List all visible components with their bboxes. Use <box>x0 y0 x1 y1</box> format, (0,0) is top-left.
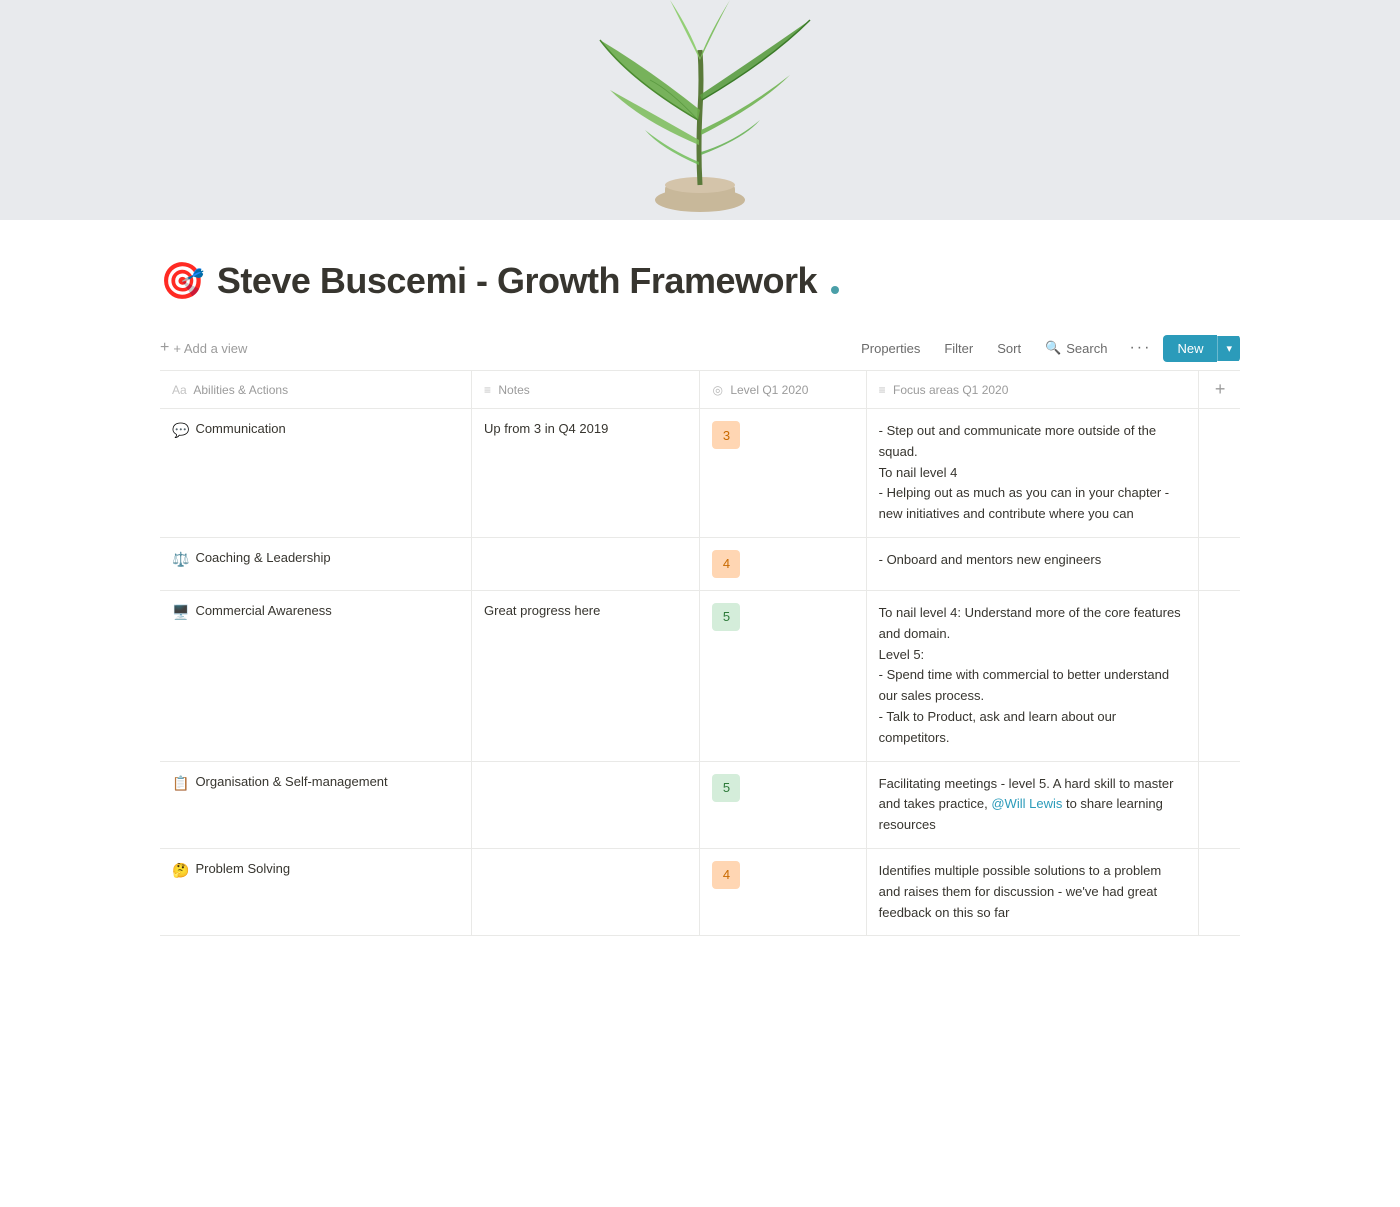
filter-label: Filter <box>944 341 973 356</box>
dots-icon: ··· <box>1129 339 1151 356</box>
focus-col-label: Focus areas Q1 2020 <box>893 383 1008 397</box>
table-row: 💬 Communication Up from 3 in Q4 2019 3 -… <box>160 409 1240 538</box>
level-badge: 4 <box>712 861 740 889</box>
level-badge: 5 <box>712 603 740 631</box>
plus-icon: + <box>160 339 169 357</box>
level-col-label: Level Q1 2020 <box>730 383 808 397</box>
level-badge: 5 <box>712 774 740 802</box>
cell-level[interactable]: 5 <box>700 590 866 761</box>
cell-notes[interactable]: Great progress here <box>472 590 700 761</box>
cell-level[interactable]: 4 <box>700 848 866 935</box>
cell-ability[interactable]: 💬 Communication <box>160 409 472 538</box>
cell-level[interactable]: 5 <box>700 761 866 848</box>
cell-ability[interactable]: 🤔 Problem Solving <box>160 848 472 935</box>
cell-notes[interactable] <box>472 761 700 848</box>
chevron-down-icon: ▾ <box>1226 343 1232 355</box>
hero-plant-illustration <box>450 0 950 220</box>
properties-button[interactable]: Properties <box>851 336 930 361</box>
cell-notes[interactable] <box>472 848 700 935</box>
toolbar-right: Properties Filter Sort 🔍 Search ··· New … <box>851 334 1240 362</box>
data-table: Aa Abilities & Actions ≡ Notes ◎ Level Q… <box>160 371 1240 936</box>
cell-focus[interactable]: Identifies multiple possible solutions t… <box>866 848 1198 935</box>
level-badge: 4 <box>712 550 740 578</box>
focus-col-icon: ≡ <box>879 383 886 397</box>
sort-button[interactable]: Sort <box>987 336 1031 361</box>
cell-notes[interactable]: Up from 3 in Q4 2019 <box>472 409 700 538</box>
table-row: 📋 Organisation & Self-management 5 Facil… <box>160 761 1240 848</box>
new-dropdown-button[interactable]: ▾ <box>1217 336 1240 361</box>
add-column-button[interactable]: + <box>1211 379 1230 400</box>
filter-button[interactable]: Filter <box>934 336 983 361</box>
ability-emoji: 🤔 <box>172 862 189 879</box>
more-options-button[interactable]: ··· <box>1121 334 1159 362</box>
ability-emoji: 📋 <box>172 775 189 792</box>
table-row: 🤔 Problem Solving 4 Identifies multiple … <box>160 848 1240 935</box>
focus-text: To nail level 4: Understand more of the … <box>879 603 1186 749</box>
ability-emoji: 🖥️ <box>172 604 189 621</box>
new-button[interactable]: New <box>1163 335 1217 362</box>
table-header-row: Aa Abilities & Actions ≡ Notes ◎ Level Q… <box>160 371 1240 409</box>
col-header-focus: ≡ Focus areas Q1 2020 <box>866 371 1198 409</box>
notes-col-label: Notes <box>498 383 529 397</box>
search-button[interactable]: 🔍 Search <box>1035 335 1117 361</box>
ability-name: Commercial Awareness <box>195 603 331 618</box>
cell-focus[interactable]: Facilitating meetings - level 5. A hard … <box>866 761 1198 848</box>
ability-name: Problem Solving <box>195 861 290 876</box>
status-dot <box>831 286 839 294</box>
page-title-row: 🎯 Steve Buscemi - Growth Framework <box>160 260 1240 302</box>
cell-add <box>1198 848 1240 935</box>
cell-add <box>1198 537 1240 590</box>
abilities-col-label: Abilities & Actions <box>193 383 288 397</box>
ability-name: Communication <box>195 421 285 436</box>
notes-text: Great progress here <box>484 603 600 618</box>
level-col-icon: ◎ <box>712 383 722 397</box>
add-view-label: + Add a view <box>173 341 247 356</box>
level-badge: 3 <box>712 421 740 449</box>
col-header-notes: ≡ Notes <box>472 371 700 409</box>
cell-add <box>1198 761 1240 848</box>
cell-ability[interactable]: 🖥️ Commercial Awareness <box>160 590 472 761</box>
ability-name: Organisation & Self-management <box>195 774 387 789</box>
focus-text: - Step out and communicate more outside … <box>879 421 1186 525</box>
cell-notes[interactable] <box>472 537 700 590</box>
focus-text: - Onboard and mentors new engineers <box>879 550 1186 571</box>
abilities-col-icon: Aa <box>172 383 187 397</box>
focus-text: Identifies multiple possible solutions t… <box>879 861 1186 923</box>
col-header-level: ◎ Level Q1 2020 <box>700 371 866 409</box>
hero-banner <box>0 0 1400 220</box>
cell-add <box>1198 409 1240 538</box>
cell-level[interactable]: 3 <box>700 409 866 538</box>
cell-level[interactable]: 4 <box>700 537 866 590</box>
search-label: Search <box>1066 341 1107 356</box>
properties-label: Properties <box>861 341 920 356</box>
focus-text: Facilitating meetings - level 5. A hard … <box>879 774 1186 836</box>
search-icon: 🔍 <box>1045 340 1061 356</box>
cell-add <box>1198 590 1240 761</box>
cell-ability[interactable]: 📋 Organisation & Self-management <box>160 761 472 848</box>
table-row: ⚖️ Coaching & Leadership 4 - Onboard and… <box>160 537 1240 590</box>
cell-focus[interactable]: To nail level 4: Understand more of the … <box>866 590 1198 761</box>
page-title-icon: 🎯 <box>160 263 205 299</box>
notes-col-icon: ≡ <box>484 383 491 397</box>
sort-label: Sort <box>997 341 1021 356</box>
cell-focus[interactable]: - Onboard and mentors new engineers <box>866 537 1198 590</box>
col-header-abilities: Aa Abilities & Actions <box>160 371 472 409</box>
table-row: 🖥️ Commercial Awareness Great progress h… <box>160 590 1240 761</box>
add-view-button[interactable]: + + Add a view <box>160 339 247 357</box>
page-title: Steve Buscemi - Growth Framework <box>217 260 817 302</box>
cell-ability[interactable]: ⚖️ Coaching & Leadership <box>160 537 472 590</box>
new-button-group: New ▾ <box>1163 335 1240 362</box>
cell-focus[interactable]: - Step out and communicate more outside … <box>866 409 1198 538</box>
mention-link[interactable]: @Will Lewis <box>991 796 1062 811</box>
ability-emoji: 💬 <box>172 422 189 439</box>
notes-text: Up from 3 in Q4 2019 <box>484 421 608 436</box>
ability-name: Coaching & Leadership <box>195 550 330 565</box>
ability-emoji: ⚖️ <box>172 551 189 568</box>
col-header-add: + <box>1198 371 1240 409</box>
toolbar: + + Add a view Properties Filter Sort 🔍 … <box>160 326 1240 371</box>
